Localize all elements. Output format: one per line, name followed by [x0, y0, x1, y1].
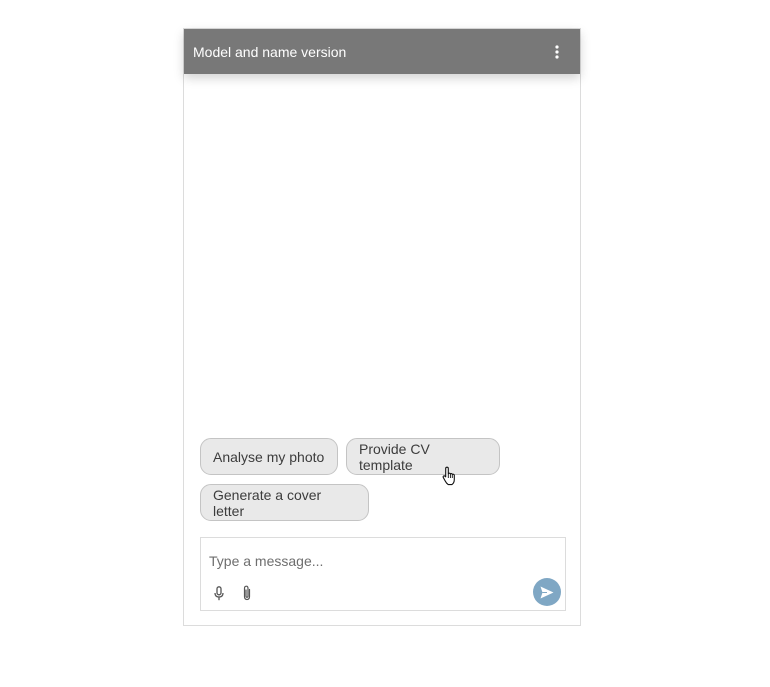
suggestion-chip-cover-letter[interactable]: Generate a cover letter [200, 484, 369, 521]
suggestion-chip-analyse-photo[interactable]: Analyse my photo [200, 438, 338, 475]
send-icon [540, 586, 554, 598]
header-title: Model and name version [193, 43, 347, 60]
chat-header: Model and name version [184, 29, 580, 74]
hand-pointer-cursor-icon [442, 466, 458, 491]
message-composer [200, 537, 566, 611]
chat-window: Model and name version Analyse my photo … [183, 28, 581, 626]
message-input[interactable] [209, 550, 549, 572]
more-vertical-icon [555, 44, 559, 59]
paperclip-icon [243, 585, 251, 601]
suggestion-chip-cv-template[interactable]: Provide CV template [346, 438, 500, 475]
microphone-icon [214, 585, 224, 600]
messages-area [184, 74, 580, 434]
suggestion-chips: Analyse my photo Provide CV template Gen… [200, 438, 570, 521]
attach-button[interactable] [239, 584, 255, 602]
send-button[interactable] [533, 578, 561, 606]
more-options-button[interactable] [542, 37, 572, 67]
microphone-button[interactable] [211, 584, 227, 602]
